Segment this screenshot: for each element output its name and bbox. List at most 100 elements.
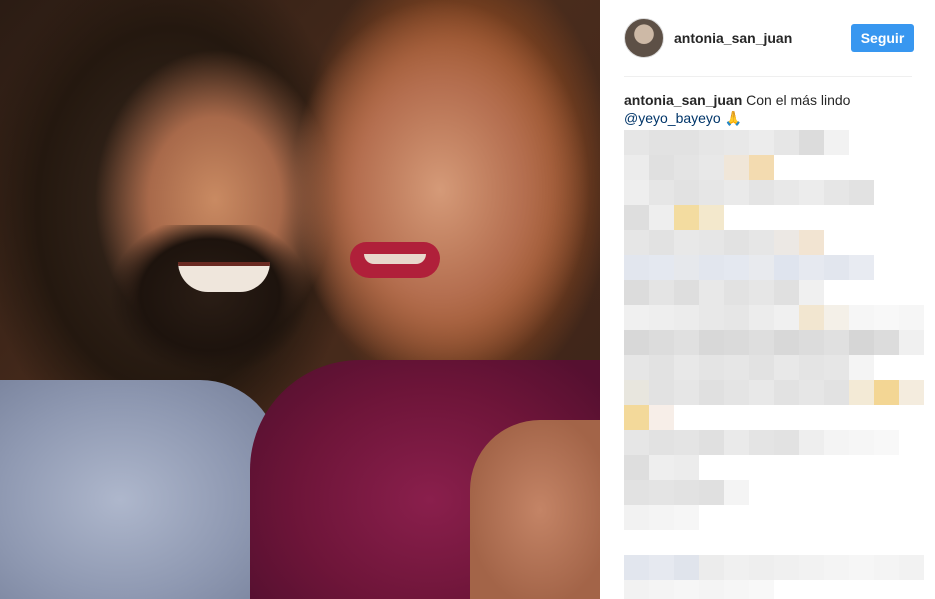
photo-lips-region [350, 242, 440, 278]
blurred-pixel [749, 280, 774, 305]
blurred-pixel [824, 430, 849, 455]
blurred-pixel [824, 380, 849, 405]
blurred-comment-row [624, 555, 924, 580]
blurred-pixel [849, 180, 874, 205]
blurred-pixel [824, 330, 849, 355]
blurred-pixel [674, 355, 699, 380]
blurred-pixel [824, 305, 849, 330]
photo-shirt-region [0, 380, 280, 599]
blurred-pixel [649, 430, 674, 455]
blurred-pixel [874, 305, 899, 330]
blurred-pixel [624, 155, 649, 180]
blurred-pixel [874, 555, 899, 580]
blurred-comment-row [624, 205, 724, 230]
caption-mention-link[interactable]: @yeyo_bayeyo [624, 109, 721, 127]
blurred-pixel [649, 505, 674, 530]
photo-beard-region [110, 225, 310, 385]
blurred-pixel [674, 430, 699, 455]
blurred-pixel [649, 255, 674, 280]
blurred-pixel [699, 230, 724, 255]
blurred-pixel [624, 455, 649, 480]
blurred-pixel [799, 555, 824, 580]
blurred-pixel [774, 130, 799, 155]
blurred-pixel [674, 180, 699, 205]
blurred-pixel [649, 305, 674, 330]
post-side-panel: antonia_san_juan Seguir antonia_san_juan… [600, 0, 935, 599]
blurred-pixel [899, 330, 924, 355]
blurred-pixel [699, 280, 724, 305]
blurred-pixel [749, 330, 774, 355]
blurred-pixel [674, 580, 699, 599]
blurred-pixel [624, 230, 649, 255]
blurred-comment-row [624, 305, 924, 330]
blurred-pixel [649, 405, 674, 430]
blurred-pixel [674, 230, 699, 255]
header-username[interactable]: antonia_san_juan [674, 30, 792, 46]
blurred-pixel [749, 555, 774, 580]
blurred-pixel [674, 455, 699, 480]
blurred-comment-row [624, 430, 899, 455]
blurred-comments [624, 130, 935, 599]
caption-username[interactable]: antonia_san_juan [624, 92, 742, 108]
blurred-comment-row [624, 280, 824, 305]
blurred-pixel [749, 580, 774, 599]
praying-hands-icon: 🙏 [724, 110, 743, 126]
blurred-pixel [749, 155, 774, 180]
blurred-pixel [624, 305, 649, 330]
blurred-pixel [849, 380, 874, 405]
blurred-comment-row [624, 230, 824, 255]
blurred-pixel [724, 555, 749, 580]
blurred-pixel [749, 430, 774, 455]
blurred-pixel [774, 255, 799, 280]
blurred-pixel [699, 380, 724, 405]
blurred-pixel [649, 455, 674, 480]
blurred-pixel [624, 255, 649, 280]
blurred-pixel [699, 355, 724, 380]
blurred-pixel [699, 255, 724, 280]
blurred-pixel [799, 255, 824, 280]
post-caption: antonia_san_juan Con el más lindo @yeyo_… [624, 91, 914, 127]
blurred-pixel [749, 180, 774, 205]
blurred-comment-row [624, 480, 749, 505]
blurred-pixel [774, 230, 799, 255]
blurred-pixel [874, 330, 899, 355]
blurred-pixel [624, 355, 649, 380]
blurred-comment-row [624, 580, 774, 599]
blurred-pixel [824, 355, 849, 380]
blurred-pixel [649, 280, 674, 305]
blurred-pixel [749, 230, 774, 255]
blurred-pixel [724, 480, 749, 505]
blurred-pixel [724, 355, 749, 380]
blurred-pixel [674, 555, 699, 580]
blurred-pixel [749, 380, 774, 405]
blurred-pixel [724, 330, 749, 355]
blurred-pixel [624, 505, 649, 530]
blurred-comment-row [624, 455, 699, 480]
blurred-pixel [624, 430, 649, 455]
blurred-pixel [699, 480, 724, 505]
blurred-pixel [774, 180, 799, 205]
header-divider [624, 76, 912, 77]
avatar[interactable] [624, 18, 664, 58]
blurred-pixel [824, 555, 849, 580]
blurred-pixel [699, 205, 724, 230]
blurred-pixel [699, 180, 724, 205]
blurred-comment-row [624, 380, 924, 405]
blurred-pixel [799, 380, 824, 405]
blurred-pixel [774, 430, 799, 455]
blurred-pixel [624, 130, 649, 155]
blurred-pixel [649, 580, 674, 599]
blurred-pixel [674, 130, 699, 155]
follow-button[interactable]: Seguir [851, 24, 914, 52]
blurred-pixel [874, 380, 899, 405]
blurred-pixel [724, 230, 749, 255]
post-photo[interactable] [0, 0, 600, 599]
blurred-pixel [724, 280, 749, 305]
blurred-pixel [649, 555, 674, 580]
blurred-pixel [799, 280, 824, 305]
blurred-pixel [649, 155, 674, 180]
blurred-pixel [724, 430, 749, 455]
blurred-pixel [774, 380, 799, 405]
blurred-pixel [649, 355, 674, 380]
blurred-comment-row [624, 330, 924, 355]
